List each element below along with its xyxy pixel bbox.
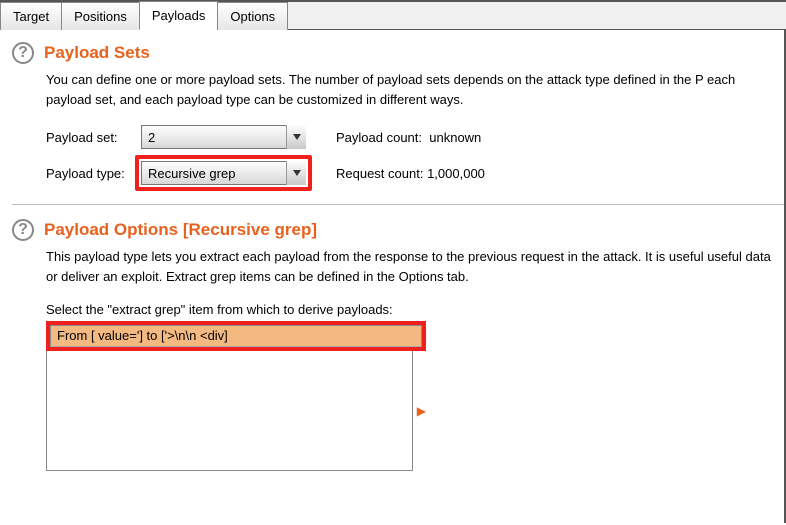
tab-positions[interactable]: Positions xyxy=(61,2,140,30)
payload-sets-description: You can define one or more payload sets.… xyxy=(46,70,784,110)
payload-options-description: This payload type lets you extract each … xyxy=(46,247,784,287)
extract-grep-list[interactable] xyxy=(46,351,413,471)
section-title-payload-options: Payload Options [Recursive grep] xyxy=(44,220,317,240)
divider xyxy=(12,204,784,205)
tab-payloads[interactable]: Payloads xyxy=(139,1,218,30)
payload-set-label: Payload set: xyxy=(46,130,141,145)
request-count-label: Request count: 1,000,000 xyxy=(336,166,485,181)
extract-grep-highlight: From [ value='] to ['>\n\n <div] xyxy=(46,321,426,351)
payload-type-value: Recursive grep xyxy=(148,166,235,181)
payload-set-select[interactable]: 2 xyxy=(141,125,306,149)
payload-count-label: Payload count: unknown xyxy=(336,130,481,145)
payload-sets-form: Payload set: 2 Payload count: unknown Pa… xyxy=(46,124,784,186)
content-pane: ? Payload Sets You can define one or mor… xyxy=(0,30,786,523)
extract-grep-header[interactable]: From [ value='] to ['>\n\n <div] xyxy=(50,325,422,347)
tab-target[interactable]: Target xyxy=(0,2,62,30)
arrow-right-icon: ▶ xyxy=(413,351,426,471)
tab-options[interactable]: Options xyxy=(217,2,288,30)
payload-type-label: Payload type: xyxy=(46,166,141,181)
tabbar: Target Positions Payloads Options xyxy=(0,0,786,30)
payload-type-select[interactable]: Recursive grep xyxy=(141,161,306,185)
help-icon[interactable]: ? xyxy=(12,219,34,241)
help-icon[interactable]: ? xyxy=(12,42,34,64)
payload-set-value: 2 xyxy=(148,130,155,145)
section-title-payload-sets: Payload Sets xyxy=(44,43,150,63)
extract-grep-select-label: Select the "extract grep" item from whic… xyxy=(46,302,784,317)
